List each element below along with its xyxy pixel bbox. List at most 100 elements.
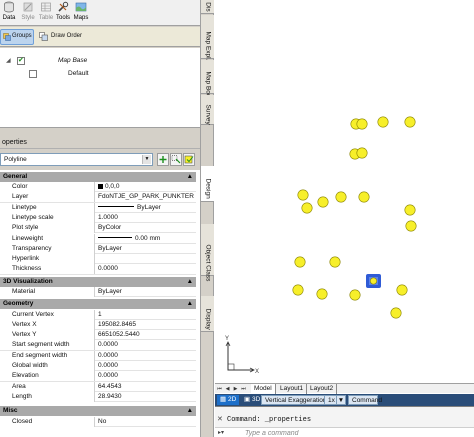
property-value[interactable]: 64.4543 (96, 382, 196, 392)
point-marker[interactable] (404, 116, 416, 128)
property-value[interactable]: 6651052.5440 (96, 330, 196, 340)
property-row[interactable]: Vertex Y 6651052.5440 (0, 330, 196, 341)
point-marker[interactable] (377, 116, 389, 128)
tab-survey[interactable]: Survey (201, 95, 214, 125)
property-row[interactable]: Material ByLayer (0, 287, 196, 298)
property-row[interactable]: Closed No (0, 416, 196, 427)
point-marker[interactable] (356, 147, 368, 159)
property-value[interactable]: 1 (96, 310, 196, 320)
tab-layout2[interactable]: Layout2 (307, 384, 338, 394)
tab-object-class[interactable]: Object Class (201, 224, 214, 281)
point-marker[interactable] (405, 220, 417, 232)
tab-map-explorer[interactable]: Map Expl... (201, 15, 214, 64)
point-marker[interactable] (335, 191, 347, 203)
property-value[interactable]: No (96, 417, 196, 427)
property-row[interactable]: Thickness 0.0000 (0, 264, 196, 275)
property-row[interactable]: Current Vertex 1 (0, 309, 196, 320)
next-layout-icon[interactable]: ▶ (232, 385, 239, 393)
tree-row-default[interactable]: Default (6, 69, 196, 81)
object-type-select[interactable]: Polyline ▼ (0, 153, 153, 166)
property-row[interactable]: Elevation 0.0000 (0, 371, 196, 382)
property-value[interactable]: ByLayer (96, 203, 196, 213)
property-value[interactable]: ByColor (96, 223, 196, 233)
property-value[interactable]: 0.00 mm (96, 234, 196, 244)
tools-button[interactable]: Tools (54, 0, 72, 26)
point-marker[interactable] (390, 307, 402, 319)
toggle-pickadd-button[interactable] (157, 153, 169, 166)
expand-toggle-icon[interactable]: ◢ (6, 57, 11, 64)
first-layout-icon[interactable]: ⏮ (216, 385, 223, 393)
property-value[interactable]: 0.0000 (96, 351, 196, 361)
property-row[interactable]: Color 0,0,0 (0, 182, 196, 193)
default-visibility-checkbox[interactable] (29, 70, 37, 78)
view-2d-button[interactable]: ▦ 2D (217, 395, 240, 405)
tab-display-manager[interactable]: Dis (201, 0, 214, 14)
table-button[interactable]: Table (37, 0, 55, 26)
property-row[interactable]: Linetype scale 1.0000 (0, 212, 196, 224)
category-geometry[interactable]: Geometry ▲ (0, 299, 196, 309)
property-value[interactable]: 0.0000 (96, 340, 196, 350)
close-icon[interactable]: ✕ (217, 415, 223, 423)
property-row[interactable]: Layer FdoNTJE_GP_PARK_PUNKTER (0, 192, 196, 203)
point-marker[interactable] (396, 284, 408, 296)
command-input[interactable] (245, 428, 465, 437)
point-marker[interactable] (349, 289, 361, 301)
property-row[interactable]: Length 28.9430 (0, 391, 196, 403)
point-marker[interactable] (292, 284, 304, 296)
property-value[interactable]: ByLayer (96, 244, 196, 254)
property-value[interactable]: FdoNTJE_GP_PARK_PUNKTER (96, 192, 196, 202)
tab-layout1[interactable]: Layout1 (277, 384, 308, 394)
point-marker[interactable] (329, 256, 341, 268)
property-value[interactable]: 1.0000 (96, 213, 196, 223)
point-marker[interactable] (317, 196, 329, 208)
groups-button[interactable]: Groups (0, 29, 34, 45)
property-value[interactable] (96, 254, 196, 264)
command-status-button[interactable]: Command (348, 395, 382, 405)
property-row[interactable]: Vertex X 195082.8465 (0, 319, 196, 331)
property-row[interactable]: Start segment width 0.0000 (0, 340, 196, 351)
property-row[interactable]: Lineweight 0.00 mm (0, 233, 196, 244)
quick-select-button[interactable] (183, 153, 195, 166)
point-marker[interactable] (316, 288, 328, 300)
property-row[interactable]: Hyperlink (0, 254, 196, 265)
category-misc[interactable]: Misc ▲ (0, 406, 196, 416)
property-row[interactable]: Linetype ByLayer (0, 202, 196, 213)
tab-design[interactable]: Design (201, 166, 214, 202)
prev-layout-icon[interactable]: ◀ (224, 385, 231, 393)
property-row[interactable]: Plot style ByColor (0, 223, 196, 234)
pane-divider[interactable] (0, 128, 200, 136)
view-3d-button[interactable]: ▣ 3D (241, 395, 263, 405)
point-marker[interactable] (358, 191, 370, 203)
property-value[interactable]: 0.0000 (96, 361, 196, 371)
command-prompt-icon[interactable]: ▸▾ (218, 429, 224, 436)
point-marker[interactable] (404, 204, 416, 216)
point-marker[interactable] (297, 189, 309, 201)
style-button[interactable]: Style (19, 0, 37, 26)
draw-order-button[interactable]: Draw Order (38, 29, 90, 45)
property-value[interactable]: 0,0,0 (96, 182, 196, 192)
point-marker[interactable] (356, 118, 368, 130)
property-row[interactable]: Transparency ByLayer (0, 243, 196, 255)
property-row[interactable]: Global width 0.0000 (0, 361, 196, 372)
category-general[interactable]: General ▲ (0, 172, 196, 182)
selected-point[interactable] (366, 274, 381, 288)
last-layout-icon[interactable]: ⏭ (240, 385, 247, 393)
property-row[interactable]: Area 64.4543 (0, 381, 196, 392)
maps-button[interactable]: Maps (72, 0, 90, 26)
point-marker[interactable] (294, 256, 306, 268)
chevron-down-icon[interactable]: ▼ (336, 395, 346, 405)
property-value[interactable]: 0.0000 (96, 264, 196, 274)
property-value[interactable]: ByLayer (96, 287, 196, 297)
property-value[interactable]: 28.9430 (96, 392, 196, 402)
point-marker[interactable] (301, 202, 313, 214)
select-objects-button[interactable] (170, 153, 182, 166)
data-button[interactable]: Data (0, 0, 18, 26)
property-value[interactable]: 0.0000 (96, 371, 196, 381)
map-base-visibility-checkbox[interactable] (17, 56, 25, 65)
drawing-canvas[interactable]: Y X (215, 0, 474, 383)
tab-map-book[interactable]: Map Book (201, 60, 214, 100)
property-value[interactable]: 195082.8465 (96, 320, 196, 330)
tree-row-map-base[interactable]: ◢ Map Base (6, 56, 196, 68)
tab-display[interactable]: Display (201, 296, 214, 332)
property-row[interactable]: End segment width 0.0000 (0, 350, 196, 361)
